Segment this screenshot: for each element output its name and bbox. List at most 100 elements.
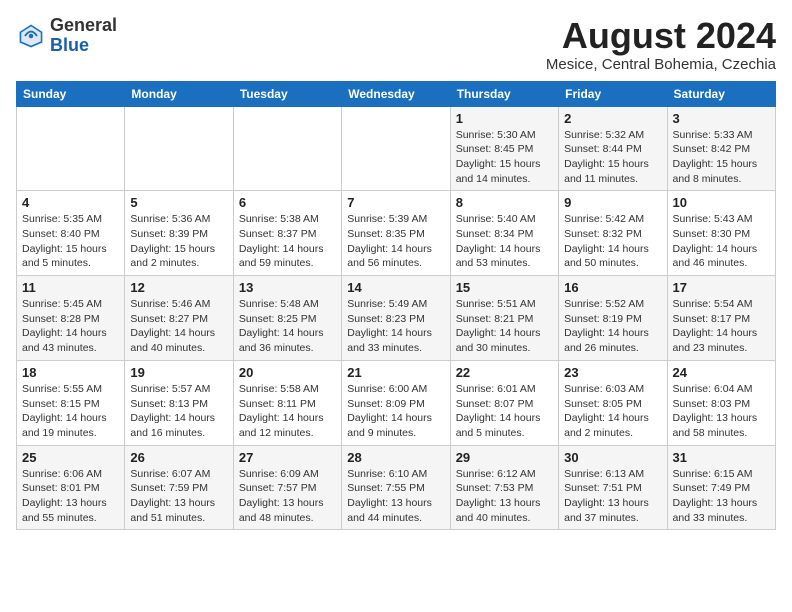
weekday-header: Monday [125, 81, 233, 106]
day-number: 22 [456, 365, 553, 380]
day-info: Sunrise: 6:09 AM Sunset: 7:57 PM Dayligh… [239, 467, 336, 526]
day-number: 31 [673, 450, 770, 465]
day-info: Sunrise: 6:07 AM Sunset: 7:59 PM Dayligh… [130, 467, 227, 526]
calendar-cell: 11Sunrise: 5:45 AM Sunset: 8:28 PM Dayli… [17, 276, 125, 361]
day-info: Sunrise: 5:32 AM Sunset: 8:44 PM Dayligh… [564, 128, 661, 187]
day-number: 19 [130, 365, 227, 380]
day-number: 5 [130, 195, 227, 210]
calendar-header-row: SundayMondayTuesdayWednesdayThursdayFrid… [17, 81, 776, 106]
day-info: Sunrise: 5:39 AM Sunset: 8:35 PM Dayligh… [347, 212, 444, 271]
calendar-cell: 5 Sunrise: 5:36 AM Sunset: 8:39 PM Daylig… [125, 191, 233, 276]
day-number: 1 [456, 111, 553, 126]
calendar-cell: 18Sunrise: 5:55 AM Sunset: 8:15 PM Dayli… [17, 360, 125, 445]
logo-icon [16, 21, 46, 51]
calendar-cell: 20 Sunrise: 5:58 AM Sunset: 8:11 PM Dayli… [233, 360, 341, 445]
calendar-cell [233, 106, 341, 191]
day-number: 2 [564, 111, 661, 126]
weekday-header: Thursday [450, 81, 558, 106]
calendar-cell: 30 Sunrise: 6:13 AM Sunset: 7:51 PM Dayli… [559, 445, 667, 530]
day-number: 30 [564, 450, 661, 465]
day-info: Sunrise: 6:00 AM Sunset: 8:09 PM Dayligh… [347, 382, 444, 441]
day-info: Sunrise: 5:35 AM Sunset: 8:40 PM Dayligh… [22, 212, 119, 271]
day-info: Sunrise: 6:15 AM Sunset: 7:49 PM Dayligh… [673, 467, 770, 526]
day-info: Sunrise: 5:42 AM Sunset: 8:32 PM Dayligh… [564, 212, 661, 271]
calendar-cell: 12 Sunrise: 5:46 AM Sunset: 8:27 PM Dayli… [125, 276, 233, 361]
day-number: 7 [347, 195, 444, 210]
calendar-cell: 1 Sunrise: 5:30 AM Sunset: 8:45 PM Daylig… [450, 106, 558, 191]
day-number: 6 [239, 195, 336, 210]
location: Mesice, Central Bohemia, Czechia [546, 56, 776, 73]
calendar-cell: 15Sunrise: 5:51 AM Sunset: 8:21 PM Dayli… [450, 276, 558, 361]
day-number: 26 [130, 450, 227, 465]
day-number: 17 [673, 280, 770, 295]
logo: General Blue [16, 16, 117, 56]
day-info: Sunrise: 5:46 AM Sunset: 8:27 PM Dayligh… [130, 297, 227, 356]
day-number: 10 [673, 195, 770, 210]
calendar-cell: 9 Sunrise: 5:42 AM Sunset: 8:32 PM Daylig… [559, 191, 667, 276]
calendar-cell: 21 Sunrise: 6:00 AM Sunset: 8:09 PM Dayli… [342, 360, 450, 445]
logo-text: General Blue [50, 16, 117, 56]
weekday-header: Saturday [667, 81, 775, 106]
calendar-cell: 26 Sunrise: 6:07 AM Sunset: 7:59 PM Dayli… [125, 445, 233, 530]
calendar-cell: 27 Sunrise: 6:09 AM Sunset: 7:57 PM Dayli… [233, 445, 341, 530]
day-info: Sunrise: 5:54 AM Sunset: 8:17 PM Dayligh… [673, 297, 770, 356]
day-number: 25 [22, 450, 119, 465]
day-number: 9 [564, 195, 661, 210]
day-info: Sunrise: 5:49 AM Sunset: 8:23 PM Dayligh… [347, 297, 444, 356]
day-info: Sunrise: 6:13 AM Sunset: 7:51 PM Dayligh… [564, 467, 661, 526]
calendar-week-row: 4 Sunrise: 5:35 AM Sunset: 8:40 PM Daylig… [17, 191, 776, 276]
calendar-week-row: 1 Sunrise: 5:30 AM Sunset: 8:45 PM Daylig… [17, 106, 776, 191]
day-number: 14 [347, 280, 444, 295]
weekday-header: Sunday [17, 81, 125, 106]
day-number: 24 [673, 365, 770, 380]
calendar-cell: 14 Sunrise: 5:49 AM Sunset: 8:23 PM Dayli… [342, 276, 450, 361]
calendar-cell: 17 Sunrise: 5:54 AM Sunset: 8:17 PM Dayli… [667, 276, 775, 361]
day-number: 28 [347, 450, 444, 465]
page-header: General Blue August 2024 Mesice, Central… [16, 16, 776, 73]
day-number: 21 [347, 365, 444, 380]
calendar-cell: 28 Sunrise: 6:10 AM Sunset: 7:55 PM Dayli… [342, 445, 450, 530]
month-year: August 2024 [546, 16, 776, 56]
day-number: 27 [239, 450, 336, 465]
day-number: 3 [673, 111, 770, 126]
calendar-cell: 25 Sunrise: 6:06 AM Sunset: 8:01 PM Dayli… [17, 445, 125, 530]
calendar-cell: 7 Sunrise: 5:39 AM Sunset: 8:35 PM Daylig… [342, 191, 450, 276]
calendar-cell: 13Sunrise: 5:48 AM Sunset: 8:25 PM Dayli… [233, 276, 341, 361]
calendar-cell: 19 Sunrise: 5:57 AM Sunset: 8:13 PM Dayli… [125, 360, 233, 445]
calendar-cell: 31 Sunrise: 6:15 AM Sunset: 7:49 PM Dayli… [667, 445, 775, 530]
day-number: 29 [456, 450, 553, 465]
calendar-cell: 4 Sunrise: 5:35 AM Sunset: 8:40 PM Daylig… [17, 191, 125, 276]
day-info: Sunrise: 6:04 AM Sunset: 8:03 PM Dayligh… [673, 382, 770, 441]
calendar-cell: 8Sunrise: 5:40 AM Sunset: 8:34 PM Daylig… [450, 191, 558, 276]
calendar-table: SundayMondayTuesdayWednesdayThursdayFrid… [16, 81, 776, 531]
day-info: Sunrise: 5:58 AM Sunset: 8:11 PM Dayligh… [239, 382, 336, 441]
calendar-cell: 3 Sunrise: 5:33 AM Sunset: 8:42 PM Daylig… [667, 106, 775, 191]
day-info: Sunrise: 5:30 AM Sunset: 8:45 PM Dayligh… [456, 128, 553, 187]
day-info: Sunrise: 5:33 AM Sunset: 8:42 PM Dayligh… [673, 128, 770, 187]
day-number: 16 [564, 280, 661, 295]
day-number: 23 [564, 365, 661, 380]
day-info: Sunrise: 5:48 AM Sunset: 8:25 PM Dayligh… [239, 297, 336, 356]
calendar-cell: 10Sunrise: 5:43 AM Sunset: 8:30 PM Dayli… [667, 191, 775, 276]
calendar-week-row: 18Sunrise: 5:55 AM Sunset: 8:15 PM Dayli… [17, 360, 776, 445]
day-info: Sunrise: 6:03 AM Sunset: 8:05 PM Dayligh… [564, 382, 661, 441]
day-info: Sunrise: 6:10 AM Sunset: 7:55 PM Dayligh… [347, 467, 444, 526]
calendar-cell [342, 106, 450, 191]
day-number: 20 [239, 365, 336, 380]
day-info: Sunrise: 5:36 AM Sunset: 8:39 PM Dayligh… [130, 212, 227, 271]
day-number: 12 [130, 280, 227, 295]
calendar-cell: 23 Sunrise: 6:03 AM Sunset: 8:05 PM Dayli… [559, 360, 667, 445]
weekday-header: Tuesday [233, 81, 341, 106]
day-number: 4 [22, 195, 119, 210]
day-number: 15 [456, 280, 553, 295]
day-info: Sunrise: 5:38 AM Sunset: 8:37 PM Dayligh… [239, 212, 336, 271]
weekday-header: Wednesday [342, 81, 450, 106]
calendar-cell [17, 106, 125, 191]
day-info: Sunrise: 5:57 AM Sunset: 8:13 PM Dayligh… [130, 382, 227, 441]
calendar-cell: 29 Sunrise: 6:12 AM Sunset: 7:53 PM Dayli… [450, 445, 558, 530]
day-info: Sunrise: 6:12 AM Sunset: 7:53 PM Dayligh… [456, 467, 553, 526]
calendar-cell: 22Sunrise: 6:01 AM Sunset: 8:07 PM Dayli… [450, 360, 558, 445]
calendar-cell: 16Sunrise: 5:52 AM Sunset: 8:19 PM Dayli… [559, 276, 667, 361]
day-number: 11 [22, 280, 119, 295]
day-info: Sunrise: 6:06 AM Sunset: 8:01 PM Dayligh… [22, 467, 119, 526]
